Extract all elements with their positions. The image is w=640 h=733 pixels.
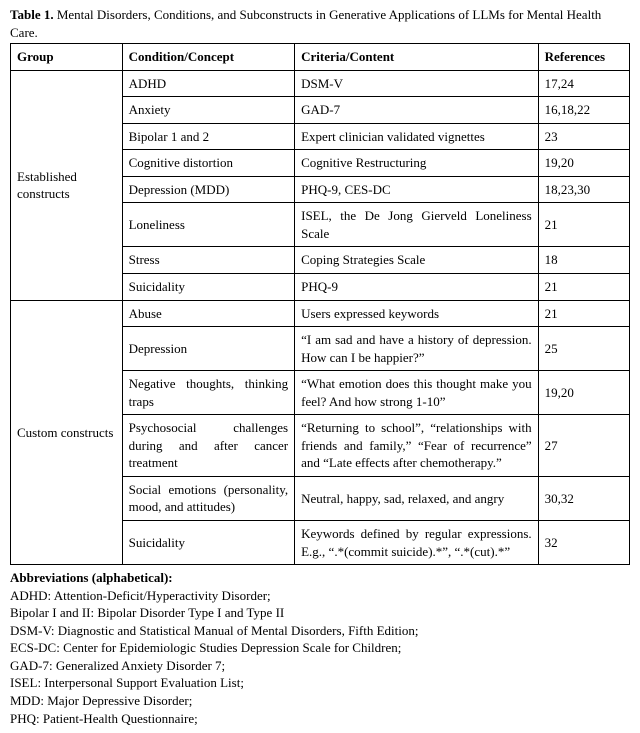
references-cell: 17,24 — [538, 70, 629, 97]
group-cell: Custom constructs — [11, 300, 123, 565]
references-cell: 19,20 — [538, 371, 629, 415]
criteria-cell: Expert clinician validated vignettes — [295, 123, 539, 150]
condition-cell: Bipolar 1 and 2 — [122, 123, 295, 150]
references-cell: 16,18,22 — [538, 97, 629, 124]
abbreviation-line: Bipolar I and II: Bipolar Disorder Type … — [10, 604, 630, 622]
table-row: Established constructsADHDDSM-V17,24 — [11, 70, 630, 97]
condition-cell: Suicidality — [122, 274, 295, 301]
abbreviations-title: Abbreviations (alphabetical): — [10, 570, 173, 585]
abbreviation-line: ADHD: Attention-Deficit/Hyperactivity Di… — [10, 587, 630, 605]
references-cell: 18,23,30 — [538, 176, 629, 203]
criteria-cell: PHQ-9, CES-DC — [295, 176, 539, 203]
criteria-cell: ISEL, the De Jong Gierveld Loneliness Sc… — [295, 203, 539, 247]
table-row: Custom constructsAbuseUsers expressed ke… — [11, 300, 630, 327]
references-cell: 18 — [538, 247, 629, 274]
criteria-cell: GAD-7 — [295, 97, 539, 124]
abbreviations-block: Abbreviations (alphabetical): ADHD: Atte… — [10, 569, 630, 727]
abbreviation-line: PHQ: Patient-Health Questionnaire; — [10, 710, 630, 728]
condition-cell: Depression — [122, 327, 295, 371]
condition-cell: Negative thoughts, thinking traps — [122, 371, 295, 415]
condition-cell: Psychosocial challenges during and after… — [122, 415, 295, 477]
criteria-cell: DSM-V — [295, 70, 539, 97]
references-cell: 21 — [538, 203, 629, 247]
criteria-cell: Users expressed keywords — [295, 300, 539, 327]
references-cell: 27 — [538, 415, 629, 477]
abbreviation-line: ISEL: Interpersonal Support Evaluation L… — [10, 674, 630, 692]
table-caption-prefix: Table 1. — [10, 7, 54, 22]
references-cell: 21 — [538, 274, 629, 301]
criteria-cell: Neutral, happy, sad, relaxed, and angry — [295, 476, 539, 520]
references-cell: 23 — [538, 123, 629, 150]
criteria-cell: “What emotion does this thought make you… — [295, 371, 539, 415]
table-caption: Table 1. Mental Disorders, Conditions, a… — [10, 6, 630, 41]
criteria-cell: “I am sad and have a history of depressi… — [295, 327, 539, 371]
th-group: Group — [11, 44, 123, 71]
th-refs: References — [538, 44, 629, 71]
abbreviation-line: MDD: Major Depressive Disorder; — [10, 692, 630, 710]
condition-cell: Stress — [122, 247, 295, 274]
th-criteria: Criteria/Content — [295, 44, 539, 71]
constructs-table: Group Condition/Concept Criteria/Content… — [10, 43, 630, 565]
table-header-row: Group Condition/Concept Criteria/Content… — [11, 44, 630, 71]
references-cell: 21 — [538, 300, 629, 327]
criteria-cell: Coping Strategies Scale — [295, 247, 539, 274]
criteria-cell: Cognitive Restructuring — [295, 150, 539, 177]
condition-cell: Abuse — [122, 300, 295, 327]
abbreviation-line: ECS-DC: Center for Epidemiologic Studies… — [10, 639, 630, 657]
condition-cell: ADHD — [122, 70, 295, 97]
group-cell: Established constructs — [11, 70, 123, 300]
abbreviation-line: DSM-V: Diagnostic and Statistical Manual… — [10, 622, 630, 640]
references-cell: 19,20 — [538, 150, 629, 177]
condition-cell: Social emotions (personality, mood, and … — [122, 476, 295, 520]
condition-cell: Anxiety — [122, 97, 295, 124]
references-cell: 25 — [538, 327, 629, 371]
references-cell: 30,32 — [538, 476, 629, 520]
criteria-cell: Keywords defined by regular expressions.… — [295, 521, 539, 565]
criteria-cell: “Returning to school”, “relationships wi… — [295, 415, 539, 477]
condition-cell: Cognitive distortion — [122, 150, 295, 177]
condition-cell: Depression (MDD) — [122, 176, 295, 203]
references-cell: 32 — [538, 521, 629, 565]
criteria-cell: PHQ-9 — [295, 274, 539, 301]
abbreviation-line: GAD-7: Generalized Anxiety Disorder 7; — [10, 657, 630, 675]
th-condition: Condition/Concept — [122, 44, 295, 71]
condition-cell: Suicidality — [122, 521, 295, 565]
condition-cell: Loneliness — [122, 203, 295, 247]
table-caption-text: Mental Disorders, Conditions, and Subcon… — [10, 7, 601, 40]
